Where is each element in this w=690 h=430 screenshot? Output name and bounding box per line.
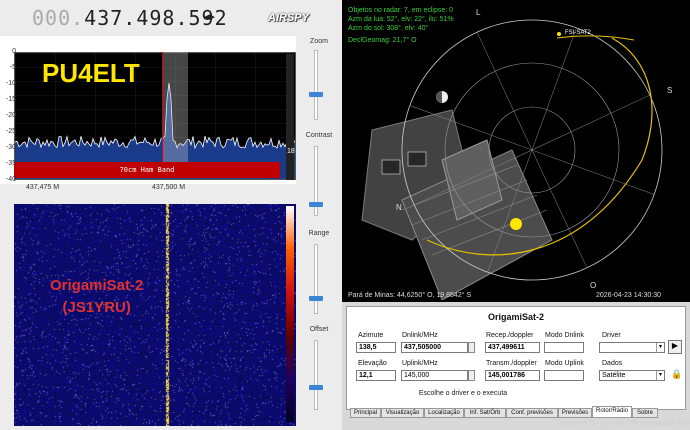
y-tick: -5 [9,64,16,71]
waterfall-label: OrigamiSat-2 (JS1YRU) [50,275,143,319]
sat-radar-label: FSI-SAT2 [565,30,591,36]
x-tick: 437,475 M [26,184,60,191]
uplink-spinner[interactable] [468,370,475,381]
elevacao-field[interactable]: 12,1 [356,370,396,381]
y-tick: -15 [5,96,16,103]
filter-passband[interactable] [162,52,188,162]
info-line: DeclGeomag: 21,7° O [348,37,417,44]
y-tick: 0 [12,48,16,55]
signal-value: 18 [287,148,295,155]
compass-south: S [667,86,673,95]
y-tick: -35 [5,160,16,167]
tab-visualizacao[interactable]: Visualização [381,408,424,418]
satellite-model [361,109,553,301]
radar-svg [361,19,663,301]
azimute-label: Azimute [358,332,384,339]
y-tick: -40 [5,176,16,183]
chevron-down-icon[interactable]: ▾ [656,371,664,381]
lock-icon[interactable]: 🔒 [671,369,682,381]
offset-label: Offset [309,326,329,333]
elevacao-label: Elevação [358,360,387,367]
modo-uplink-label: Modo Uplink [545,360,584,367]
sun-icon [510,218,522,230]
recep-label: Recep./doppler [486,332,534,339]
modo-dnlink-label: Modo Dnlink [545,332,584,339]
orbitron-info: Objetos no radar: 7, em eclipse: 0 Azm d… [348,6,454,45]
uplink-field[interactable]: 145,000 [401,370,468,381]
y-tick: -30 [5,144,16,151]
run-driver-icon[interactable]: ▶ [668,340,682,354]
recep-field[interactable]: 437,499611 [485,342,540,353]
range-slider-thumb[interactable] [309,296,323,301]
info-line: Azm do sol: 308°, elv: 40° [348,25,429,32]
frequency-dim: 000. [32,6,85,30]
waterfall-colorbar [286,206,294,422]
modo-dnlink-field[interactable] [544,342,584,353]
tab-principal[interactable]: Principal [350,408,381,418]
frequency-display[interactable]: 000.437.498.592 [32,6,228,30]
x-tick: 437,500 M [152,184,186,191]
signal-meter [286,54,294,180]
tab-localizacao[interactable]: Localização [424,408,464,418]
driver-hint: Escolhe o driver e o executa [418,390,508,397]
uplink-label: Uplink/MHz [402,360,438,367]
y-tick: -25 [5,128,16,135]
datetime-readout: 2026-04-23 14:30:30 [596,292,661,299]
info-line: Azm da lua: 52°, elv: 22°, ilu: 51% [348,16,454,23]
radar-view[interactable] [342,0,690,301]
satellite-title: OrigamiSat-2 [487,312,545,322]
compass-north: N [396,203,402,212]
y-tick: -10 [5,80,16,87]
tab-rotor-radio[interactable]: Rotor/Rádio [592,406,632,418]
tab-conf-previsoes[interactable]: Conf. previsões [506,408,558,418]
chevron-down-icon[interactable]: ▾ [656,343,664,353]
zoom-slider-thumb[interactable] [309,92,323,97]
location-readout: Pará de Minas: 44,6250° O, 19,8542° S [348,292,472,299]
driver-label: Driver [602,332,621,339]
sat-callsign: (JS1YRU) [62,299,131,316]
modo-uplink-field[interactable] [544,370,584,381]
footer-credit: Orbitron 3.71 - (C) 2001-2005 by Sebasti… [560,421,690,427]
contrast-label: Contrast [305,132,333,139]
sat-name: OrigamiSat-2 [50,277,144,294]
contrast-slider-thumb[interactable] [309,202,323,207]
offset-slider-thumb[interactable] [309,385,323,390]
compass-east: L [476,8,481,17]
transm-field[interactable]: 145,001786 [485,370,540,381]
dados-label: Dados [602,360,623,367]
range-slider-track[interactable] [314,244,318,314]
transm-label: Transm./doppler [486,360,537,367]
range-label: Range [308,230,330,237]
hamband-bar: 70cm Ham Band [14,162,280,178]
tab-previsoes[interactable]: Previsões [558,408,592,418]
compass-west: O [590,281,597,290]
tab-sobre[interactable]: Sobre [632,408,658,418]
zoom-label: Zoom [310,38,328,45]
dnlink-label: Dnlink/MHz [402,332,438,339]
dnlink-field[interactable]: 437,505000 [401,342,468,353]
tab-inf-sat[interactable]: Inf. Sat/Órb [464,408,506,418]
zoom-slider-track[interactable] [314,50,318,120]
offset-slider-track[interactable] [314,340,318,410]
y-tick: -20 [5,112,16,119]
airspy-logo: AIRSPY [268,12,309,24]
dnlink-spinner[interactable] [468,342,475,353]
tune-arrows-icon[interactable]: ◂▸ [204,10,215,23]
info-line: Objetos no radar: 7, em eclipse: 0 [348,7,454,14]
azimute-field[interactable]: 138,5 [356,342,396,353]
callsign-overlay: PU4ELT [42,58,140,88]
